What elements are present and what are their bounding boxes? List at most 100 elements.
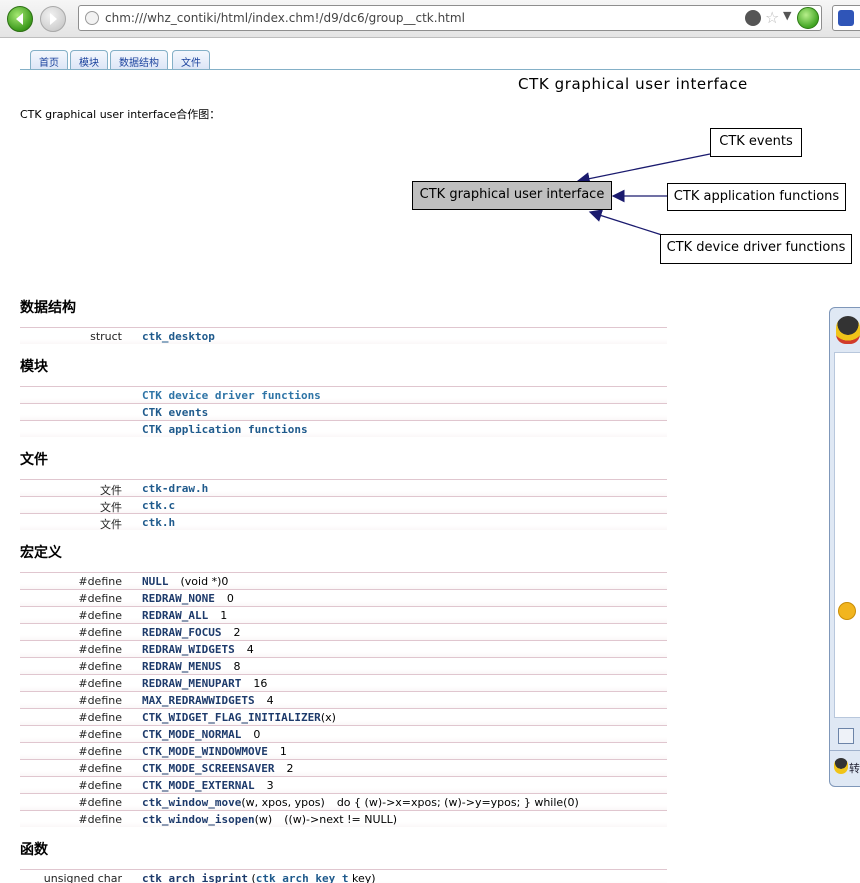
forward-button[interactable] — [40, 6, 66, 32]
member-link[interactable]: CTK application functions — [142, 423, 308, 436]
member-row: #define CTK_MODE_WINDOWMOVE 1 — [20, 742, 667, 759]
page-icon — [85, 11, 99, 25]
section-heading-functions: 函数 — [20, 842, 48, 858]
member-value: 0 — [253, 728, 261, 741]
member-type: #define — [78, 575, 122, 588]
member-link[interactable]: ctk-draw.h — [142, 482, 208, 495]
member-link[interactable]: ctk.h — [142, 516, 175, 529]
history-dropdown-icon[interactable]: ▼ — [783, 9, 791, 22]
member-name[interactable]: CTK_WIDGET_FLAG_INITIALIZER — [142, 711, 321, 724]
member-value: do { (w)->x=xpos; (w)->y=ypos; } while(0… — [336, 796, 579, 809]
member-row: #define REDRAW_MENUS 8 — [20, 657, 667, 674]
collaboration-graph: CTK graphical user interface CTK events … — [0, 120, 860, 270]
tab-data-structures[interactable]: 数据结构 — [110, 50, 168, 70]
member-value: 3 — [266, 779, 274, 792]
member-name[interactable]: REDRAW_ALL — [142, 609, 208, 622]
search-box[interactable] — [832, 5, 860, 31]
member-row: struct ctk_desktop — [20, 327, 667, 344]
member-link[interactable]: CTK device driver functions — [142, 389, 321, 402]
address-bar[interactable]: chm:///whz_contiki/html/index.chm!/d9/dc… — [78, 5, 822, 31]
member-row: CTK device driver functions — [20, 386, 667, 403]
forward-arrow-icon — [50, 13, 57, 25]
member-row: #define MAX_REDRAWWIDGETS 4 — [20, 691, 667, 708]
member-type: #define — [78, 677, 122, 690]
member-row: #define REDRAW_MENUPART 16 — [20, 674, 667, 691]
member-type: 文件 — [100, 518, 122, 531]
member-row: 文件 ctk.h — [20, 513, 667, 531]
member-row: #define REDRAW_ALL 1 — [20, 606, 667, 623]
member-type: #define — [78, 694, 122, 707]
member-type: #define — [78, 660, 122, 673]
member-link[interactable]: ctk_arch_isprint — [142, 872, 248, 883]
graph-node-device-driver[interactable]: CTK device driver functions — [660, 234, 852, 264]
member-type: #define — [78, 626, 122, 639]
member-value: 16 — [253, 677, 268, 690]
member-row: #define ctk_window_isopen(w) ((w)->next !=… — [20, 810, 667, 827]
member-value: 2 — [286, 762, 294, 775]
tab-modules[interactable]: 模块 — [70, 50, 108, 70]
graph-node-events[interactable]: CTK events — [710, 128, 802, 157]
qq-penguin-icon[interactable] — [836, 316, 860, 344]
member-row: unsigned char ctk_arch_isprint (ctk_arch… — [20, 869, 667, 883]
section-heading-modules: 模块 — [20, 359, 48, 375]
member-name[interactable]: REDRAW_WIDGETS — [142, 643, 235, 656]
member-name[interactable]: REDRAW_MENUPART — [142, 677, 241, 690]
tab-home[interactable]: 首页 — [30, 50, 68, 70]
member-name[interactable]: REDRAW_FOCUS — [142, 626, 221, 639]
reload-icon[interactable] — [797, 7, 819, 29]
member-link[interactable]: CTK events — [142, 406, 208, 419]
im-side-panel[interactable]: 转 — [829, 307, 860, 787]
qq-small-icon[interactable] — [834, 758, 848, 774]
tab-files[interactable]: 文件 — [172, 50, 210, 70]
member-name[interactable]: ctk_window_isopen — [142, 813, 255, 826]
search-engine-icon[interactable] — [838, 10, 854, 26]
tabs-divider — [20, 69, 860, 70]
graph-node-center[interactable]: CTK graphical user interface — [412, 181, 612, 210]
section-heading-files: 文件 — [20, 452, 48, 468]
member-name[interactable]: REDRAW_MENUS — [142, 660, 221, 673]
member-row: #define REDRAW_FOCUS 2 — [20, 623, 667, 640]
go-icon[interactable] — [745, 10, 761, 26]
member-args-rest: key) — [348, 872, 376, 883]
address-text[interactable]: chm:///whz_contiki/html/index.chm!/d9/dc… — [105, 11, 465, 25]
member-value: (void *)0 — [180, 575, 229, 588]
member-type: #define — [78, 745, 122, 758]
member-name[interactable]: CTK_MODE_SCREENSAVER — [142, 762, 274, 775]
member-name[interactable]: MAX_REDRAWWIDGETS — [142, 694, 255, 707]
member-name[interactable]: CTK_MODE_EXTERNAL — [142, 779, 255, 792]
member-row: #define ctk_window_move(w, xpos, ypos) do … — [20, 793, 667, 810]
panel-tool-icon[interactable] — [838, 728, 854, 744]
member-link[interactable]: ctk_desktop — [142, 330, 215, 343]
member-name[interactable]: REDRAW_NONE — [142, 592, 215, 605]
smiley-icon[interactable] — [838, 602, 856, 620]
member-args: (w, xpos, ypos) — [241, 796, 325, 809]
bookmark-star-icon[interactable]: ☆ — [765, 8, 779, 27]
member-value: ((w)->next != NULL) — [284, 813, 398, 826]
member-link[interactable]: ctk.c — [142, 499, 175, 512]
member-value: 2 — [233, 626, 241, 639]
member-row: 文件 ctk-draw.h — [20, 479, 667, 497]
member-name[interactable]: CTK_MODE_WINDOWMOVE — [142, 745, 268, 758]
member-row: #define CTK_MODE_SCREENSAVER 2 — [20, 759, 667, 776]
member-type: #define — [78, 643, 122, 656]
member-row: #define CTK_MODE_EXTERNAL 3 — [20, 776, 667, 793]
member-row: 文件 ctk.c — [20, 496, 667, 514]
member-name[interactable]: ctk_window_move — [142, 796, 241, 809]
member-row: #define REDRAW_NONE 0 — [20, 589, 667, 606]
member-type: #define — [78, 592, 122, 605]
edge-events — [576, 153, 711, 186]
graph-node-app-functions[interactable]: CTK application functions — [667, 183, 846, 211]
member-name[interactable]: CTK_MODE_NORMAL — [142, 728, 241, 741]
member-type: #define — [78, 779, 122, 792]
member-value: 1 — [220, 609, 228, 622]
member-type: #define — [78, 796, 122, 809]
member-arg-type-link[interactable]: ctk_arch_key_t — [256, 872, 349, 883]
member-name[interactable]: NULL — [142, 575, 169, 588]
member-row: #define CTK_WIDGET_FLAG_INITIALIZER(x) — [20, 708, 667, 725]
member-args: (x) — [320, 711, 336, 724]
back-button[interactable] — [7, 6, 33, 32]
member-type: #define — [78, 728, 122, 741]
member-row: #define CTK_MODE_NORMAL 0 — [20, 725, 667, 742]
member-value: 4 — [266, 694, 274, 707]
member-row: CTK events — [20, 403, 667, 420]
